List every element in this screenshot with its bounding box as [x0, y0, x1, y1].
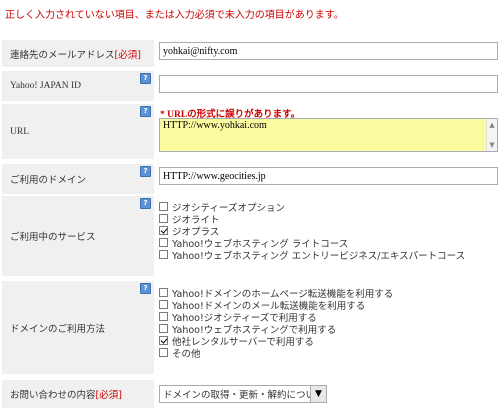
email-label: 連絡先のメールアドレス: [10, 49, 115, 61]
domain-usage-options: Yahoo!ドメインのホームページ転送機能を利用する Yahoo!ドメインのメー…: [159, 287, 393, 360]
help-icon[interactable]: ?: [140, 106, 151, 117]
url-label: URL: [10, 126, 29, 137]
checkbox-icon[interactable]: [159, 250, 168, 259]
yahoo-id-field[interactable]: [159, 75, 498, 93]
checkbox-icon[interactable]: [159, 348, 168, 357]
service-option-label: Yahoo!ウェブホスティング エントリービジネス/エキスパートコース: [172, 250, 466, 262]
url-label-cell: URL ?: [2, 104, 154, 159]
help-icon[interactable]: ?: [140, 73, 151, 84]
services-label: ご利用中のサービス: [10, 232, 96, 243]
usage-option-label: その他: [172, 348, 201, 360]
inquiry-required-mark: [必須]: [95, 390, 122, 401]
services-options: ジオシティーズオプション ジオライト ジオプラス Yahoo!ウェブホスティング…: [159, 201, 466, 262]
email-required-mark: [必須]: [114, 49, 141, 61]
chevron-down-icon[interactable]: ▼: [310, 386, 326, 402]
service-option-geoplus[interactable]: ジオプラス: [159, 225, 465, 238]
usage-option-web-hosting[interactable]: Yahoo!ウェブホスティングで利用する: [159, 323, 393, 336]
help-icon[interactable]: ?: [140, 198, 151, 209]
checkbox-icon[interactable]: [159, 226, 168, 235]
url-scrollbar[interactable]: ▲ ▼: [486, 119, 497, 151]
scroll-up-icon[interactable]: ▲: [487, 121, 497, 129]
services-label-cell: ご利用中のサービス ?: [2, 196, 154, 276]
email-label-cell: 連絡先のメールアドレス [必須]: [2, 40, 154, 67]
email-field[interactable]: [159, 42, 498, 60]
service-option-geolite[interactable]: ジオライト: [159, 213, 465, 226]
checkbox-icon[interactable]: [159, 288, 168, 297]
help-icon[interactable]: ?: [140, 283, 151, 294]
form-error-message: 正しく入力されていない項目、または入力必須で未入力の項目があります。: [5, 10, 344, 21]
inquiry-label: お問い合わせの内容: [10, 390, 96, 401]
usage-option-other[interactable]: その他: [159, 347, 393, 360]
domain-field[interactable]: [159, 167, 498, 185]
usage-option-other-rental-server[interactable]: 他社レンタルサーバーで利用する: [159, 335, 393, 348]
usage-option-homepage-forward[interactable]: Yahoo!ドメインのホームページ転送機能を利用する: [159, 287, 393, 300]
checkbox-icon[interactable]: [159, 202, 168, 211]
inquiry-select[interactable]: ドメインの取得・更新・解約について ▼: [159, 385, 327, 403]
checkbox-icon[interactable]: [159, 300, 168, 309]
url-field[interactable]: HTTP://www.yohkai.com: [159, 118, 498, 152]
domain-usage-label: ドメインのご利用方法: [10, 323, 106, 335]
service-option-hosting-lite[interactable]: Yahoo!ウェブホスティング ライトコース: [159, 237, 465, 250]
help-icon[interactable]: ?: [140, 166, 151, 177]
scroll-down-icon[interactable]: ▼: [487, 141, 497, 149]
yahoo-id-label: Yahoo! JAPAN ID: [10, 81, 82, 91]
url-field-wrapper: HTTP://www.yohkai.com ▲ ▼: [159, 118, 498, 152]
service-option-geocities-option[interactable]: ジオシティーズオプション: [159, 201, 465, 214]
domain-usage-label-cell: ドメインのご利用方法 ?: [2, 281, 154, 374]
checkbox-icon[interactable]: [159, 214, 168, 223]
checkbox-icon[interactable]: [159, 324, 168, 333]
checkbox-icon[interactable]: [159, 312, 168, 321]
domain-label: ご利用のドメイン: [10, 175, 87, 186]
domain-label-cell: ご利用のドメイン ?: [2, 164, 154, 194]
checkbox-icon[interactable]: [159, 336, 168, 345]
inquiry-selected-value: ドメインの取得・更新・解約について: [163, 390, 310, 401]
checkbox-icon[interactable]: [159, 238, 168, 247]
usage-option-geocities[interactable]: Yahoo!ジオシティーズで利用する: [159, 311, 393, 324]
usage-option-mail-forward[interactable]: Yahoo!ドメインのメール転送機能を利用する: [159, 299, 393, 312]
yahoo-id-label-cell: Yahoo! JAPAN ID ?: [2, 71, 154, 101]
inquiry-label-cell: お問い合わせの内容 [必須]: [2, 380, 154, 408]
service-option-hosting-business[interactable]: Yahoo!ウェブホスティング エントリービジネス/エキスパートコース: [159, 249, 466, 262]
